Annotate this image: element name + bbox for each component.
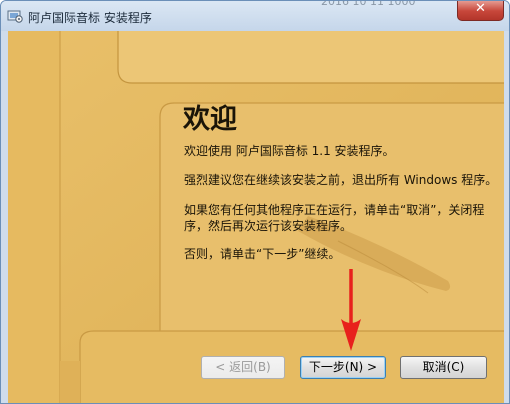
warning-text: 强烈建议您在继续该安装之前，退出所有 Windows 程序。 (184, 173, 498, 187)
intro-text: 欢迎使用 阿卢国际音标 1.1 安装程序。 (184, 144, 395, 158)
cancel-instruction-line1: 如果您有任何其他程序正在运行，请单击“取消”，关闭程 (184, 203, 485, 217)
continue-instruction: 否则，请单击“下一步”继续。 (184, 247, 341, 261)
installer-window: 阿卢国际音标 安装程序 2016 10 11 1000 ✕ 欢迎 欢迎使用 阿卢… (0, 0, 510, 404)
wizard-panel: 欢迎 欢迎使用 阿卢国际音标 1.1 安装程序。 强烈建议您在继续该安装之前，退… (8, 31, 504, 403)
window-title: 阿卢国际音标 安装程序 (28, 11, 152, 25)
red-arrow-icon (341, 269, 361, 351)
close-button[interactable]: ✕ (457, 1, 504, 21)
background-window-text: 2016 10 11 1000 (321, 0, 416, 8)
cancel-instruction-line2: 序，然后再次运行该安装程序。 (184, 219, 353, 233)
close-icon: ✕ (475, 1, 486, 16)
cancel-button[interactable]: 取消(C) (400, 356, 487, 379)
title-bar[interactable]: 阿卢国际音标 安装程序 2016 10 11 1000 ✕ (1, 0, 509, 31)
page-title: 欢迎 (183, 104, 237, 135)
installer-icon (7, 10, 23, 23)
next-button[interactable]: 下一步(N) > (300, 356, 386, 379)
back-button[interactable]: < 返回(B) (201, 356, 285, 379)
